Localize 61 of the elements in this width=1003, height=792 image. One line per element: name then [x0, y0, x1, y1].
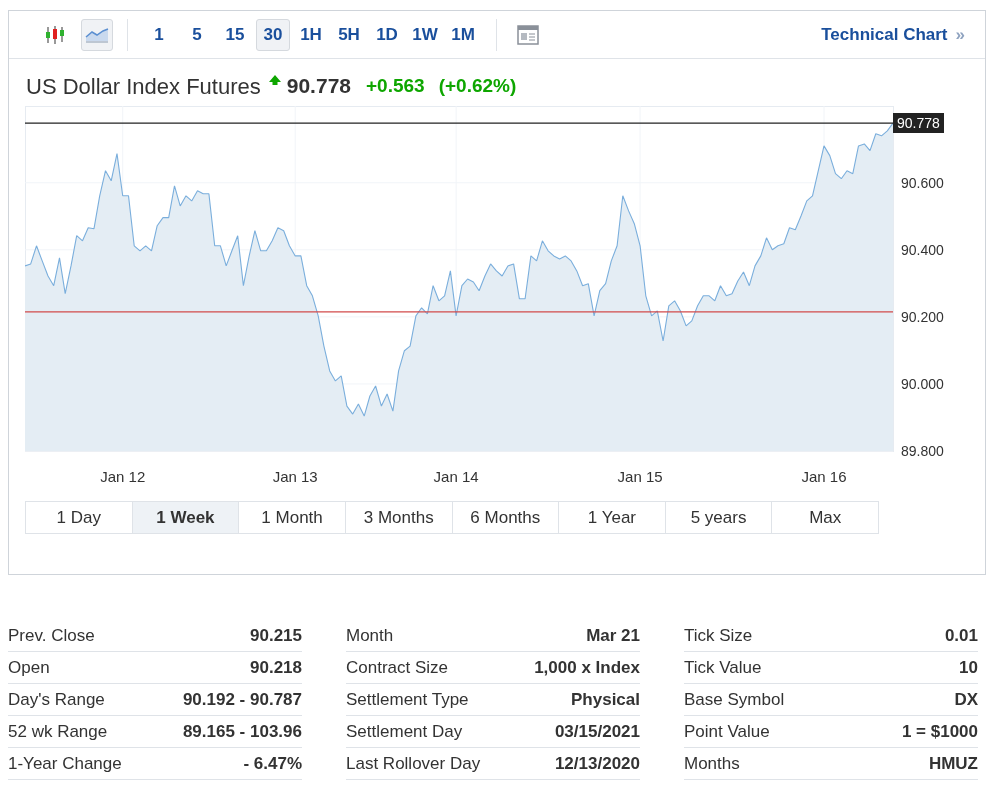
detail-value: 12/13/2020	[554, 752, 640, 775]
y-axis-label: 90.000	[901, 375, 944, 392]
detail-label: Months	[684, 752, 740, 775]
instrument-name: US Dollar Index Futures	[26, 72, 261, 101]
detail-value: DX	[954, 688, 978, 711]
detail-value: 03/15/2021	[554, 720, 640, 743]
price-tag: 90.778	[893, 113, 944, 134]
detail-value: 90.215	[250, 624, 302, 647]
detail-value: 89.165 - 103.96	[182, 720, 302, 743]
detail-value: 90.192 - 90.787	[182, 688, 302, 711]
detail-value: - 6.47%	[243, 752, 302, 775]
technical-chart-link[interactable]: Technical Chart »	[821, 21, 965, 48]
detail-value: 90.218	[250, 656, 302, 679]
candlestick-icon	[44, 24, 66, 45]
detail-label: Point Value	[684, 720, 770, 743]
x-axis-label: Jan 13	[272, 468, 318, 485]
detail-label: Settlement Type	[346, 688, 469, 711]
x-axis-label: Jan 14	[433, 468, 479, 485]
detail-value: 0.01	[944, 624, 978, 647]
detail-value: 1,000 x Index	[534, 656, 640, 679]
interval-button[interactable]: 15	[218, 18, 252, 51]
interval-button[interactable]: 5	[180, 18, 214, 51]
y-axis-label: 90.400	[901, 241, 944, 258]
detail-label: Tick Size	[684, 624, 753, 647]
line-chart-icon	[85, 26, 109, 43]
detail-label: Contract Size	[346, 656, 449, 679]
percent-change: (+0.62%)	[438, 73, 517, 98]
layout-icon[interactable]	[517, 24, 539, 45]
detail-label: Last Rollover Day	[346, 752, 481, 775]
detail-label: Day's Range	[8, 688, 105, 711]
y-axis-label: 90.200	[901, 308, 944, 325]
detail-value: 10	[959, 656, 978, 679]
interval-button[interactable]: 1H	[294, 18, 328, 51]
interval-button[interactable]: 1M	[446, 18, 480, 51]
up-arrow-icon	[268, 75, 281, 85]
range-tab[interactable]: 1 Week	[131, 502, 239, 533]
interval-button[interactable]: 1D	[370, 18, 404, 51]
x-axis-label: Jan 15	[617, 468, 663, 485]
detail-value: Mar 21	[586, 624, 640, 647]
x-axis-label: Jan 16	[801, 468, 847, 485]
x-axis-label: Jan 12	[100, 468, 146, 485]
detail-label: Month	[346, 624, 394, 647]
interval-button[interactable]: 5H	[332, 18, 366, 51]
interval-button[interactable]: 1W	[408, 18, 442, 51]
detail-label: Settlement Day	[346, 720, 463, 743]
y-axis-label: 90.600	[901, 174, 944, 191]
detail-value: Physical	[571, 688, 640, 711]
interval-button[interactable]: 1	[142, 18, 176, 51]
last-price: 90.778	[286, 73, 351, 100]
detail-label: Tick Value	[684, 656, 762, 679]
detail-label: Base Symbol	[684, 688, 785, 711]
detail-label: Prev. Close	[8, 624, 95, 647]
detail-value: HMUZ	[928, 752, 978, 775]
interval-button[interactable]: 30	[256, 18, 290, 51]
chart-type-button[interactable]	[81, 18, 113, 51]
price-change: +0.563	[366, 73, 425, 98]
y-axis-label: 89.800	[901, 443, 944, 459]
detail-label: 1-Year Change	[8, 752, 122, 775]
detail-label: Open	[8, 656, 50, 679]
detail-value: 1 = $1000	[901, 720, 978, 743]
detail-label: 52 wk Range	[8, 720, 108, 743]
